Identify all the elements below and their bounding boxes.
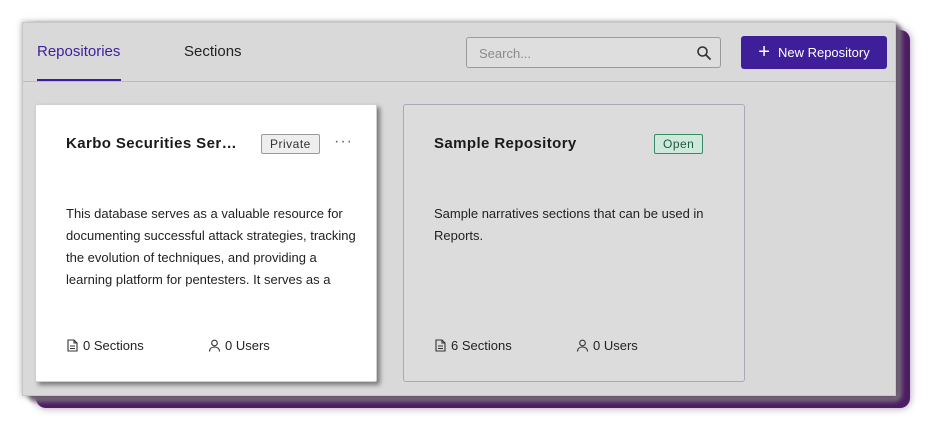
open-badge: Open bbox=[654, 134, 704, 154]
repository-description: This database serves as a valuable resou… bbox=[66, 206, 356, 287]
user-icon bbox=[208, 339, 221, 352]
search-box bbox=[466, 37, 721, 69]
users-count: 0 Users bbox=[208, 338, 270, 353]
user-icon bbox=[576, 339, 589, 352]
document-icon bbox=[67, 339, 78, 352]
repository-title: Karbo Securities Services Database bbox=[66, 135, 244, 152]
search-input[interactable] bbox=[477, 38, 691, 69]
tab-repositories[interactable]: Repositories bbox=[37, 23, 121, 81]
document-icon bbox=[435, 339, 446, 352]
tab-sections[interactable]: Sections bbox=[184, 23, 242, 80]
repository-title: Sample Repository bbox=[434, 135, 577, 152]
tab-repositories-label: Repositories bbox=[37, 42, 121, 60]
more-options-icon[interactable]: ··· bbox=[334, 133, 353, 151]
repository-card[interactable]: Sample Repository Open Sample narratives… bbox=[403, 104, 745, 382]
plus-icon: + bbox=[758, 40, 770, 63]
repository-card[interactable]: Karbo Securities Services Database Priva… bbox=[35, 104, 377, 382]
new-repository-label: New Repository bbox=[777, 45, 870, 60]
sections-count: 0 Sections bbox=[66, 338, 144, 353]
private-badge: Private bbox=[261, 134, 320, 154]
users-count-label: 0 Users bbox=[225, 338, 270, 353]
search-icon[interactable] bbox=[696, 45, 712, 61]
sections-count-label: 0 Sections bbox=[83, 338, 144, 353]
sections-count: 6 Sections bbox=[434, 338, 512, 353]
users-count: 0 Users bbox=[576, 338, 638, 353]
sections-count-label: 6 Sections bbox=[451, 338, 512, 353]
tab-sections-label: Sections bbox=[184, 43, 242, 60]
users-count-label: 0 Users bbox=[593, 338, 638, 353]
top-bar: Repositories Sections + New Repository bbox=[23, 23, 895, 82]
repository-description: Sample narratives sections that can be u… bbox=[434, 206, 704, 243]
repositories-panel: Repositories Sections + New Repository K… bbox=[22, 22, 896, 396]
new-repository-button[interactable]: + New Repository bbox=[741, 36, 887, 69]
